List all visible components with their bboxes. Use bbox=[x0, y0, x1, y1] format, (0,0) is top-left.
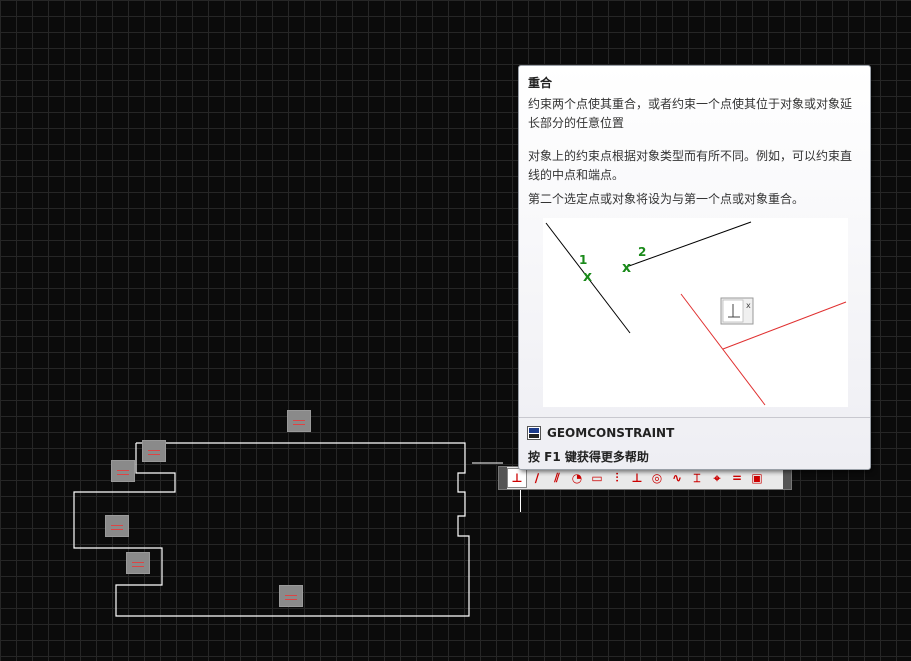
coincident-icon[interactable]: ⊥ bbox=[507, 468, 527, 488]
tooltip-command-row: GEOMCONSTRAINT bbox=[527, 424, 674, 442]
perpendicular-icon[interactable]: ⊥ bbox=[627, 468, 647, 488]
toolbar-grip[interactable] bbox=[499, 467, 507, 489]
symmetric-icon[interactable]: ⌶ bbox=[687, 468, 707, 488]
illustration-label-2: 2 bbox=[638, 245, 646, 259]
tangent-icon[interactable]: ◔ bbox=[567, 468, 587, 488]
close-icon: x bbox=[746, 301, 751, 310]
tooltip-description: 对象上的约束点根据对象类型而有所不同。例如，可以约束直线的中点和端点。 bbox=[528, 149, 853, 182]
tooltip-illustration: 1 x 2 x x bbox=[543, 218, 848, 407]
tooltip-help-hint: 按 F1 键获得更多帮助 bbox=[528, 450, 649, 464]
tooltip-panel: 重合 约束两个点使其重合，或者约束一个点使其位于对象或对象延长部分的任意位置 对… bbox=[518, 65, 871, 470]
constraint-marker[interactable] bbox=[279, 585, 303, 607]
command-window-icon bbox=[527, 426, 541, 440]
fix-icon[interactable]: ⌖ bbox=[707, 468, 727, 488]
constraint-marker[interactable] bbox=[126, 552, 150, 574]
parallel-icon[interactable]: ⫽ bbox=[547, 468, 567, 488]
constraint-marker[interactable] bbox=[111, 460, 135, 482]
concentric-icon[interactable]: ◎ bbox=[647, 468, 667, 488]
tooltip-description: 第二个选定点或对象将设为与第一个点或对象重合。 bbox=[528, 192, 805, 206]
constraint-marker[interactable] bbox=[287, 410, 311, 432]
illustration-point-marker: x bbox=[583, 269, 592, 285]
equal-icon[interactable]: = bbox=[727, 468, 747, 488]
collinear-icon[interactable]: ∕ bbox=[527, 468, 547, 488]
tooltip-title: 重合 bbox=[528, 76, 553, 90]
illustration-label-1: 1 bbox=[579, 253, 587, 267]
illustration-line-black bbox=[628, 221, 752, 267]
smooth-icon[interactable]: ∿ bbox=[667, 468, 687, 488]
tooltip-command-name: GEOMCONSTRAINT bbox=[547, 426, 675, 440]
constraint-marker[interactable] bbox=[142, 440, 166, 462]
constraint-marker[interactable] bbox=[105, 515, 129, 537]
horizontal-icon[interactable]: ▭ bbox=[587, 468, 607, 488]
tooltip-divider bbox=[519, 417, 870, 418]
lock-icon[interactable]: ▣ bbox=[747, 468, 767, 488]
toolbar-grip[interactable] bbox=[783, 467, 791, 489]
tooltip-description: 约束两个点使其重合，或者约束一个点使其位于对象或对象延长部分的任意位置 bbox=[528, 97, 853, 130]
crosshair-cursor bbox=[520, 490, 521, 512]
illustration-point-marker: x bbox=[622, 260, 631, 276]
vertical-icon[interactable]: ⫶ bbox=[607, 468, 627, 488]
